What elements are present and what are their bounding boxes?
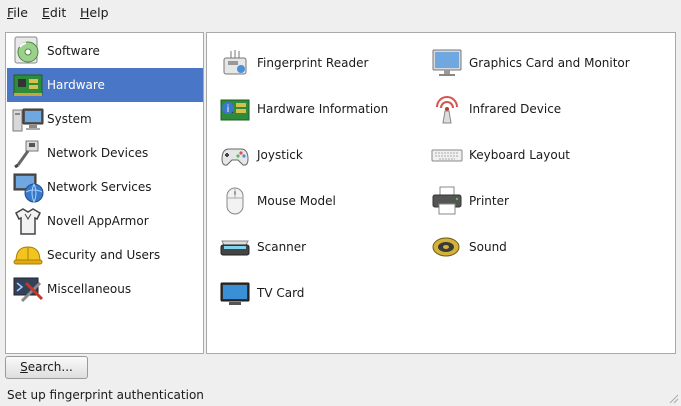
- menu-help[interactable]: Help: [80, 5, 109, 20]
- search-button-mnemonic: S: [20, 360, 28, 374]
- software-cd-icon: [12, 35, 44, 67]
- module-scanner-label: Scanner: [257, 240, 307, 254]
- category-list: Software Hardware System Network Devices…: [5, 32, 204, 354]
- menu-help-label: elp: [89, 5, 109, 20]
- menu-edit[interactable]: Edit: [42, 5, 66, 20]
- tv-card-icon: [219, 277, 251, 309]
- category-system-label: System: [47, 112, 92, 126]
- mouse-icon: [219, 185, 251, 217]
- module-mouse-model-label: Mouse Model: [257, 194, 336, 208]
- module-fingerprint-reader[interactable]: Fingerprint Reader: [219, 45, 449, 81]
- module-fingerprint-reader-label: Fingerprint Reader: [257, 56, 369, 70]
- module-sound[interactable]: Sound: [431, 229, 661, 265]
- network-globe-icon: [12, 171, 44, 203]
- apparmor-shirt-icon: [12, 205, 44, 237]
- category-miscellaneous-label: Miscellaneous: [47, 282, 132, 296]
- module-mouse-model[interactable]: Mouse Model: [219, 183, 449, 219]
- category-novell-apparmor-label: Novell AppArmor: [47, 214, 149, 228]
- module-infrared-device-label: Infrared Device: [469, 102, 562, 116]
- module-hardware-information[interactable]: i Hardware Information: [219, 91, 449, 127]
- sound-speaker-icon: [431, 231, 463, 263]
- module-joystick[interactable]: Joystick: [219, 137, 449, 173]
- network-plug-icon: [12, 137, 44, 169]
- module-infrared-device[interactable]: Infrared Device: [431, 91, 661, 127]
- search-button-label: earch...: [27, 360, 73, 374]
- menu-edit-label: dit: [49, 5, 67, 20]
- module-hardware-information-label: Hardware Information: [257, 102, 389, 116]
- scanner-icon: [219, 231, 251, 263]
- monitor-icon: [431, 47, 463, 79]
- category-network-devices[interactable]: Network Devices: [7, 136, 203, 170]
- svg-text:i: i: [227, 104, 230, 115]
- status-text: Set up fingerprint authentication: [7, 388, 204, 402]
- module-graphics-card-monitor-label: Graphics Card and Monitor: [469, 56, 630, 70]
- menu-file-label: ile: [13, 5, 28, 20]
- module-printer-label: Printer: [469, 194, 509, 208]
- module-joystick-label: Joystick: [257, 148, 303, 162]
- category-miscellaneous[interactable]: Miscellaneous: [7, 272, 203, 306]
- category-system[interactable]: System: [7, 102, 203, 136]
- joystick-icon: [219, 139, 251, 171]
- search-button[interactable]: Search...: [5, 356, 88, 379]
- module-tv-card[interactable]: TV Card: [219, 275, 449, 311]
- module-keyboard-layout-label: Keyboard Layout: [469, 148, 571, 162]
- hardware-info-icon: i: [219, 93, 251, 125]
- module-keyboard-layout[interactable]: Keyboard Layout: [431, 137, 661, 173]
- misc-tools-icon: [12, 273, 44, 305]
- module-graphics-card-monitor[interactable]: Graphics Card and Monitor: [431, 45, 661, 81]
- category-hardware-label: Hardware: [47, 78, 105, 92]
- hardware-board-icon: [12, 69, 44, 101]
- keyboard-icon: [431, 139, 463, 171]
- category-software[interactable]: Software: [7, 34, 203, 68]
- fingerprint-reader-icon: [219, 47, 251, 79]
- resize-grip-icon[interactable]: [667, 392, 679, 404]
- module-printer[interactable]: Printer: [431, 183, 661, 219]
- module-tv-card-label: TV Card: [257, 286, 305, 300]
- menu-file[interactable]: File: [7, 5, 28, 20]
- category-security-users[interactable]: Security and Users: [7, 238, 203, 272]
- system-computer-icon: [12, 103, 44, 135]
- category-hardware[interactable]: Hardware: [7, 68, 203, 102]
- printer-icon: [431, 185, 463, 217]
- category-security-users-label: Security and Users: [47, 248, 161, 262]
- category-network-devices-label: Network Devices: [47, 146, 149, 160]
- module-panel: Fingerprint Reader Graphics Card and Mon…: [206, 32, 676, 354]
- menu-help-mnemonic: H: [80, 5, 90, 20]
- menu-bar: File Edit Help: [0, 0, 681, 26]
- module-scanner[interactable]: Scanner: [219, 229, 449, 265]
- infrared-icon: [431, 93, 463, 125]
- menu-edit-mnemonic: E: [42, 5, 50, 20]
- category-novell-apparmor[interactable]: Novell AppArmor: [7, 204, 203, 238]
- module-sound-label: Sound: [469, 240, 507, 254]
- category-software-label: Software: [47, 44, 100, 58]
- category-network-services[interactable]: Network Services: [7, 170, 203, 204]
- category-network-services-label: Network Services: [47, 180, 152, 194]
- security-helmet-icon: [12, 239, 44, 271]
